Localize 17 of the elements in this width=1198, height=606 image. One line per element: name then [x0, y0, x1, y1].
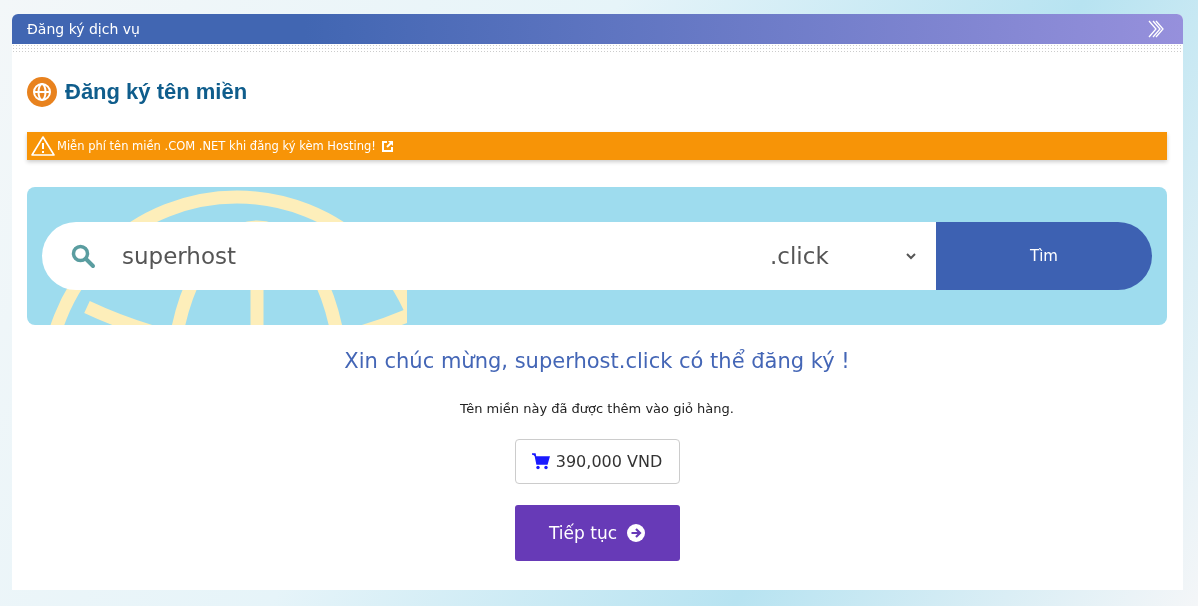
- promo-text: Miễn phí tên miền .COM .NET khi đăng ký kèm Hosting!: [57, 139, 376, 153]
- availability-message: Xin chúc mừng, superhost.click có thể đăng ký !: [344, 349, 850, 373]
- external-link-icon[interactable]: [380, 139, 394, 153]
- globe-icon: [27, 77, 57, 107]
- page-heading: Đăng ký tên miền: [65, 79, 248, 105]
- cart-note: Tên miền này đã được thêm vào giỏ hàng.: [460, 401, 734, 416]
- continue-button[interactable]: Tiếp tục: [514, 505, 680, 561]
- warning-icon: [31, 136, 55, 156]
- tld-select[interactable]: .click: [756, 222, 936, 290]
- arrow-circle-icon: [627, 524, 645, 542]
- header-title: Đăng ký dịch vụ: [27, 21, 140, 37]
- search-button[interactable]: Tìm: [936, 222, 1152, 290]
- price-button[interactable]: 390,000 VND: [514, 439, 680, 484]
- domain-search-field[interactable]: superhost: [42, 222, 756, 290]
- cart-icon: [531, 453, 550, 470]
- chevron-down-icon: [906, 252, 916, 260]
- search-icon: [70, 243, 96, 269]
